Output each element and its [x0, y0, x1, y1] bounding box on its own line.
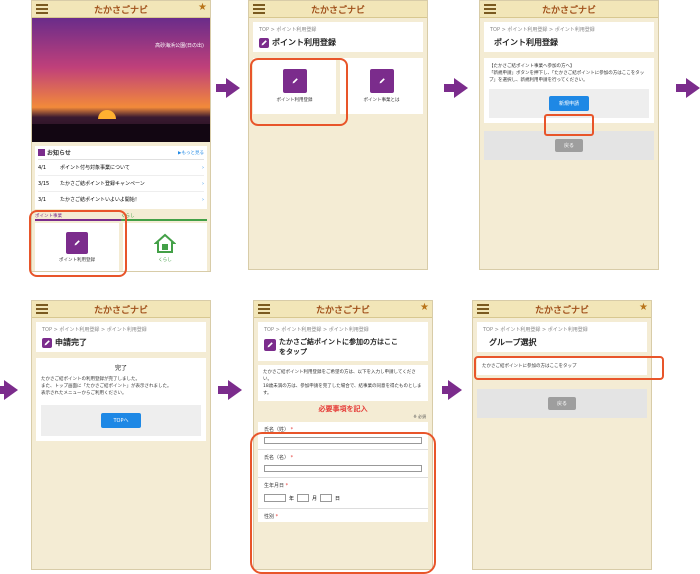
app-bar: たかさごナビ ★: [473, 301, 651, 318]
flow-arrow-tail: [216, 84, 226, 92]
chevron-right-icon: ›: [202, 196, 204, 203]
required-instruction: 必要事項を記入: [318, 405, 368, 413]
news-item[interactable]: 3/15 たかさご結ポイント登録キャンペーン ›: [38, 176, 204, 192]
flow-arrow-tail: [218, 386, 228, 394]
breadcrumb: TOP > ポイント利用登録 > ポイント利用登録: [483, 327, 588, 333]
complete-heading: 完了: [114, 365, 127, 372]
page-title: ポイント利用登録: [253, 35, 423, 52]
flow-arrow-icon: [228, 380, 242, 400]
flow-arrow-icon: [448, 380, 462, 400]
intro-note: 18歳未満の方は、参加申請を完了した場合で、結事業の同意を得たものとします。: [263, 384, 422, 396]
chevron-right-icon: ›: [202, 164, 204, 171]
star-icon[interactable]: ★: [198, 2, 207, 13]
app-bar: たかさごナビ: [249, 1, 427, 18]
intro-text: たかさご結ポイント利用登録をご希望の方は、以下を入力し申請してください。: [263, 370, 416, 382]
hero-caption: 高砂海浜公園(日の出): [155, 43, 204, 49]
pencil-icon: [259, 37, 269, 48]
highlight-point-register-tile: [250, 58, 348, 126]
highlight-point-register-tile: [29, 210, 127, 277]
app-title: たかさごナビ: [93, 6, 148, 16]
page-title: 申請完了: [36, 335, 206, 352]
screen-point-register-menu: たかさごナビ TOP > ポイント利用登録 ポイント利用登録 ポイント利用登録 …: [248, 0, 428, 270]
flow-arrow-icon: [226, 78, 240, 98]
highlight-group-option: [474, 356, 664, 380]
pencil-icon: [42, 337, 52, 348]
breadcrumb: TOP > ポイント利用登録: [259, 27, 317, 33]
info-text: 「新規申請」ボタンを押下し、「たかさご結ポイントに参加の方はここをタップ」を選択…: [489, 71, 645, 83]
flow-arrow-tail: [676, 84, 686, 92]
life-tile[interactable]: くらし: [123, 223, 207, 271]
tab-life[interactable]: くらし: [121, 213, 207, 221]
skyline-silhouette: [32, 124, 210, 142]
back-button[interactable]: 戻る: [548, 397, 576, 410]
app-bar: たかさごナビ ★: [32, 1, 210, 18]
chevron-right-icon: ›: [202, 180, 204, 187]
breadcrumb: TOP > ポイント利用登録 > ポイント利用登録: [264, 327, 369, 333]
news-title: お知らせ: [47, 150, 71, 157]
calendar-icon: [38, 149, 45, 156]
flow-arrow-icon: [454, 78, 468, 98]
screen-group-select: たかさごナビ ★ TOP > ポイント利用登録 > ポイント利用登録 グループ選…: [472, 300, 652, 570]
required-legend: ※ 必須: [413, 414, 426, 419]
hero-image: 高砂海浜公園(日の出): [32, 18, 210, 142]
page-title: グループ選択: [489, 338, 537, 347]
highlight-form-fields: [250, 432, 436, 574]
page-title: たかさご結ポイントに参加の方はここ をタップ: [258, 335, 428, 361]
flow-arrow-tail: [444, 84, 454, 92]
app-bar: たかさごナビ: [32, 301, 210, 318]
info-heading: 【たかさご結ポイント事業へ参加の方へ】: [489, 64, 575, 69]
back-button[interactable]: 戻る: [555, 139, 583, 152]
breadcrumb: TOP > ポイント利用登録 > ポイント利用登録: [42, 327, 147, 333]
top-button[interactable]: TOPへ: [101, 413, 141, 428]
star-icon[interactable]: ★: [420, 302, 429, 313]
news-item[interactable]: 4/1 ポイント付与対象事業について ›: [38, 160, 204, 176]
point-about-tile[interactable]: ポイント事業とは: [340, 58, 423, 114]
pencil-icon: [264, 339, 276, 351]
screen-application-complete: たかさごナビ TOP > ポイント利用登録 > ポイント利用登録 申請完了 完了…: [31, 300, 211, 570]
highlight-new-application-button: [544, 114, 594, 136]
news-section: お知らせ ▶もっと見る 4/1 ポイント付与対象事業について › 3/15 たかさご結…: [35, 146, 207, 209]
complete-card: 完了 たかさご結ポイントの利用登録が完了しました。 また、トップ画面に「たかさご…: [36, 358, 206, 441]
news-more-link[interactable]: ▶もっと見る: [178, 150, 204, 156]
app-bar: たかさごナビ: [480, 1, 658, 18]
flow-arrow-icon: [4, 380, 18, 400]
house-icon: [153, 232, 177, 254]
new-application-button[interactable]: 新規申請: [549, 96, 589, 111]
breadcrumb: TOP > ポイント利用登録 > ポイント利用登録: [490, 27, 595, 33]
pencil-icon: [369, 69, 394, 93]
star-icon[interactable]: ★: [639, 302, 648, 313]
sun-shape: [98, 110, 116, 119]
app-bar: たかさごナビ ★: [254, 301, 432, 318]
page-title: ポイント利用登録: [494, 38, 558, 47]
flow-arrow-icon: [686, 78, 700, 98]
news-item[interactable]: 3/1 たかさご結ポイントいよいよ開始！ ›: [38, 192, 204, 207]
